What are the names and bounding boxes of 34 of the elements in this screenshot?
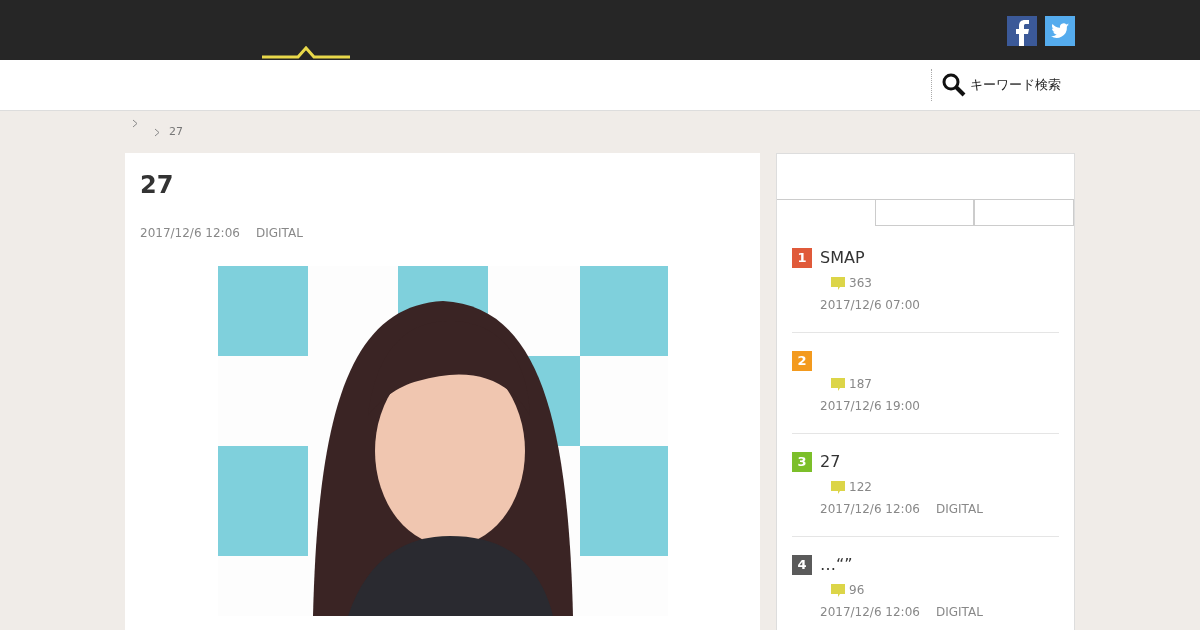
ranking-category[interactable]: DIGITAL xyxy=(935,500,983,518)
ranking-date: 2017/12/6 12:06 xyxy=(820,501,920,518)
comment-count: 187 xyxy=(849,376,872,393)
article-date: 2017/12/6 12:06 xyxy=(140,224,240,242)
ranking-title[interactable]: …“” xyxy=(820,553,983,577)
rank-badge: 3 xyxy=(792,452,812,472)
ranking-title[interactable]: SMAP xyxy=(820,246,920,270)
ranking-date: 2017/12/6 07:00 xyxy=(820,297,920,314)
comment-icon xyxy=(831,480,845,494)
comment-count: 122 xyxy=(849,479,872,496)
comment-icon xyxy=(831,276,845,290)
logo-icon[interactable] xyxy=(262,46,350,59)
article-title: 27 xyxy=(140,171,175,200)
comment-icon xyxy=(831,377,845,391)
bird-icon[interactable] xyxy=(1045,16,1075,46)
article-category[interactable]: DIGITAL xyxy=(255,223,303,242)
chevron-icon xyxy=(154,127,161,137)
ranking-date: 2017/12/6 12:06 xyxy=(820,604,920,621)
comment-count: 96 xyxy=(849,582,865,599)
chevron-icon xyxy=(132,119,139,128)
ranking-date: 2017/12/6 19:00 xyxy=(820,398,920,415)
comment-icon xyxy=(831,583,845,597)
ranking-tab[interactable] xyxy=(974,200,1074,226)
ranking-category[interactable]: DIGITAL xyxy=(935,603,983,621)
facebook-icon[interactable] xyxy=(1007,16,1037,46)
search-icon xyxy=(942,73,966,97)
breadcrumb-link[interactable]: 27 xyxy=(169,124,183,141)
ranking-title[interactable]: 27 xyxy=(820,450,983,474)
rank-badge: 2 xyxy=(792,351,812,371)
ranking-tab[interactable] xyxy=(874,200,975,226)
comment-count: 363 xyxy=(849,275,872,292)
rank-badge: 1 xyxy=(792,248,812,268)
search-button[interactable]: キーワード検索 xyxy=(931,69,1067,101)
rank-badge: 4 xyxy=(792,555,812,575)
